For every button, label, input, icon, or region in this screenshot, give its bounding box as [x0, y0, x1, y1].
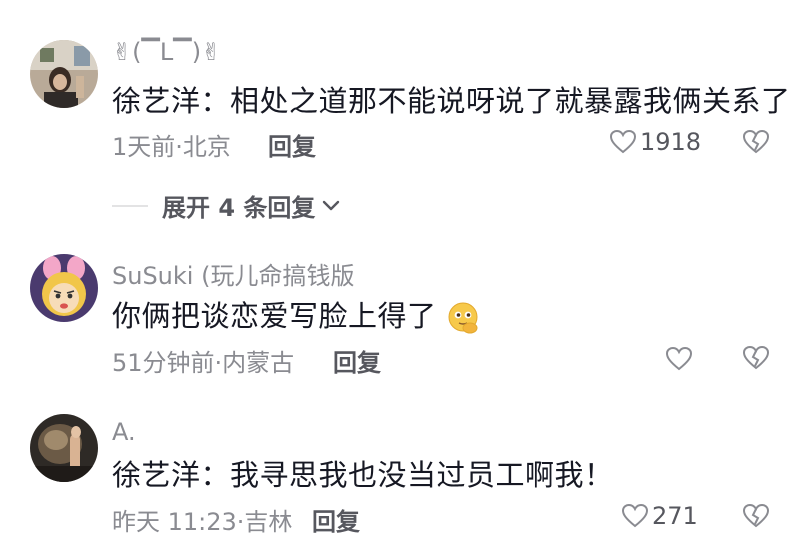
like-button[interactable]: 271 [622, 500, 698, 532]
thinking-face-emoji [448, 302, 478, 334]
broken-heart-icon [742, 129, 770, 154]
heart-outline-icon [622, 504, 648, 528]
comment-text: 徐艺洋：相处之道那不能说呀说了就暴露我俩关系了 [112, 84, 791, 118]
heart-outline-icon [610, 130, 636, 154]
comment-username[interactable]: ✌(▔L▔)✌ [112, 38, 221, 66]
comment-username[interactable]: A. [112, 418, 136, 446]
dislike-button[interactable] [742, 129, 770, 158]
avatar[interactable] [30, 414, 98, 482]
like-count: 271 [652, 502, 698, 530]
dislike-button[interactable] [742, 503, 770, 532]
comment-username[interactable]: SuSuki (玩儿命搞钱版 [112, 256, 354, 291]
like-button[interactable] [666, 343, 692, 375]
comment-time-location: 51分钟前·内蒙古 [112, 349, 295, 377]
comment-text: 你俩把谈恋爱写脸上得了 [112, 293, 480, 335]
reply-button[interactable]: 回复 [333, 343, 381, 378]
reply-button[interactable]: 回复 [312, 502, 360, 537]
dislike-button[interactable] [742, 345, 770, 374]
comment-text-content: 你俩把谈恋爱写脸上得了 [112, 299, 437, 333]
reply-button[interactable]: 回复 [268, 127, 316, 162]
like-button[interactable]: 1918 [610, 126, 701, 158]
broken-heart-icon [742, 345, 770, 370]
avatar[interactable] [30, 40, 98, 108]
comment-time-location: 1天前·北京 [112, 133, 231, 161]
expand-replies-label: 展开 4 条回复 [162, 194, 316, 222]
like-count: 1918 [640, 128, 702, 156]
avatar[interactable] [30, 254, 98, 322]
comment-text: 徐艺洋：我寻思我也没当过员工啊我！ [112, 458, 614, 492]
expand-replies-button[interactable]: 展开 4 条回复 [112, 188, 341, 223]
heart-outline-icon [666, 347, 692, 371]
chevron-down-icon [323, 200, 340, 210]
broken-heart-icon [742, 503, 770, 528]
divider-line [112, 204, 148, 207]
comment-time-location: 昨天 11:23·吉林 [112, 508, 293, 536]
